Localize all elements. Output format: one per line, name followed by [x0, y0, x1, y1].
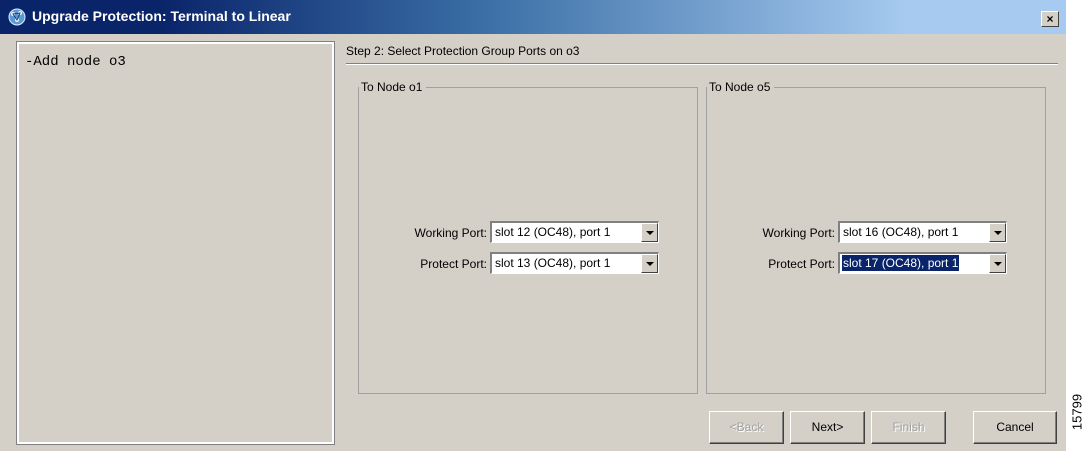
wizard-dialog: Upgrade Protection: Terminal to Linear ×… — [0, 0, 1066, 451]
protect-port-select-o5[interactable]: slot 17 (OC48), port 1 — [838, 252, 1007, 274]
chevron-down-icon[interactable] — [989, 223, 1006, 242]
working-port-label: Working Port: — [762, 226, 835, 240]
protect-port-value: slot 17 (OC48), port 1 — [842, 255, 960, 271]
group-legend: To Node o1 — [359, 80, 427, 94]
chevron-down-icon[interactable] — [989, 254, 1006, 273]
back-button[interactable]: <Back — [709, 411, 784, 444]
finish-button[interactable]: Finish — [871, 411, 946, 444]
protect-port-label: Protect Port: — [768, 257, 835, 271]
chevron-down-icon[interactable] — [641, 223, 658, 242]
working-port-select-o5[interactable]: slot 16 (OC48), port 1 — [838, 221, 1007, 243]
working-port-label: Working Port: — [414, 226, 487, 240]
protect-port-value: slot 13 (OC48), port 1 — [495, 256, 611, 270]
step-title: Step 2: Select Protection Group Ports on… — [346, 44, 580, 58]
protect-port-label: Protect Port: — [420, 257, 487, 271]
next-button[interactable]: Next> — [790, 411, 865, 444]
step-list-item: -Add node o3 — [25, 54, 126, 70]
working-port-value: slot 12 (OC48), port 1 — [495, 225, 611, 239]
figure-number-text: 15799 — [1069, 393, 1085, 431]
title-bar[interactable]: Upgrade Protection: Terminal to Linear × — [0, 0, 1066, 34]
wizard-steps-pane: -Add node o3 — [16, 41, 335, 445]
step-divider — [346, 63, 1058, 65]
working-port-value: slot 16 (OC48), port 1 — [843, 225, 959, 239]
network-globe-icon — [8, 8, 26, 26]
protect-port-select-o1[interactable]: slot 13 (OC48), port 1 — [490, 252, 659, 274]
working-port-select-o1[interactable]: slot 12 (OC48), port 1 — [490, 221, 659, 243]
window-title: Upgrade Protection: Terminal to Linear — [32, 8, 291, 24]
figure-number: 15799 — [1067, 384, 1087, 440]
close-icon[interactable]: × — [1041, 11, 1059, 27]
chevron-down-icon[interactable] — [641, 254, 658, 273]
cancel-button[interactable]: Cancel — [973, 411, 1057, 444]
group-legend: To Node o5 — [707, 80, 775, 94]
